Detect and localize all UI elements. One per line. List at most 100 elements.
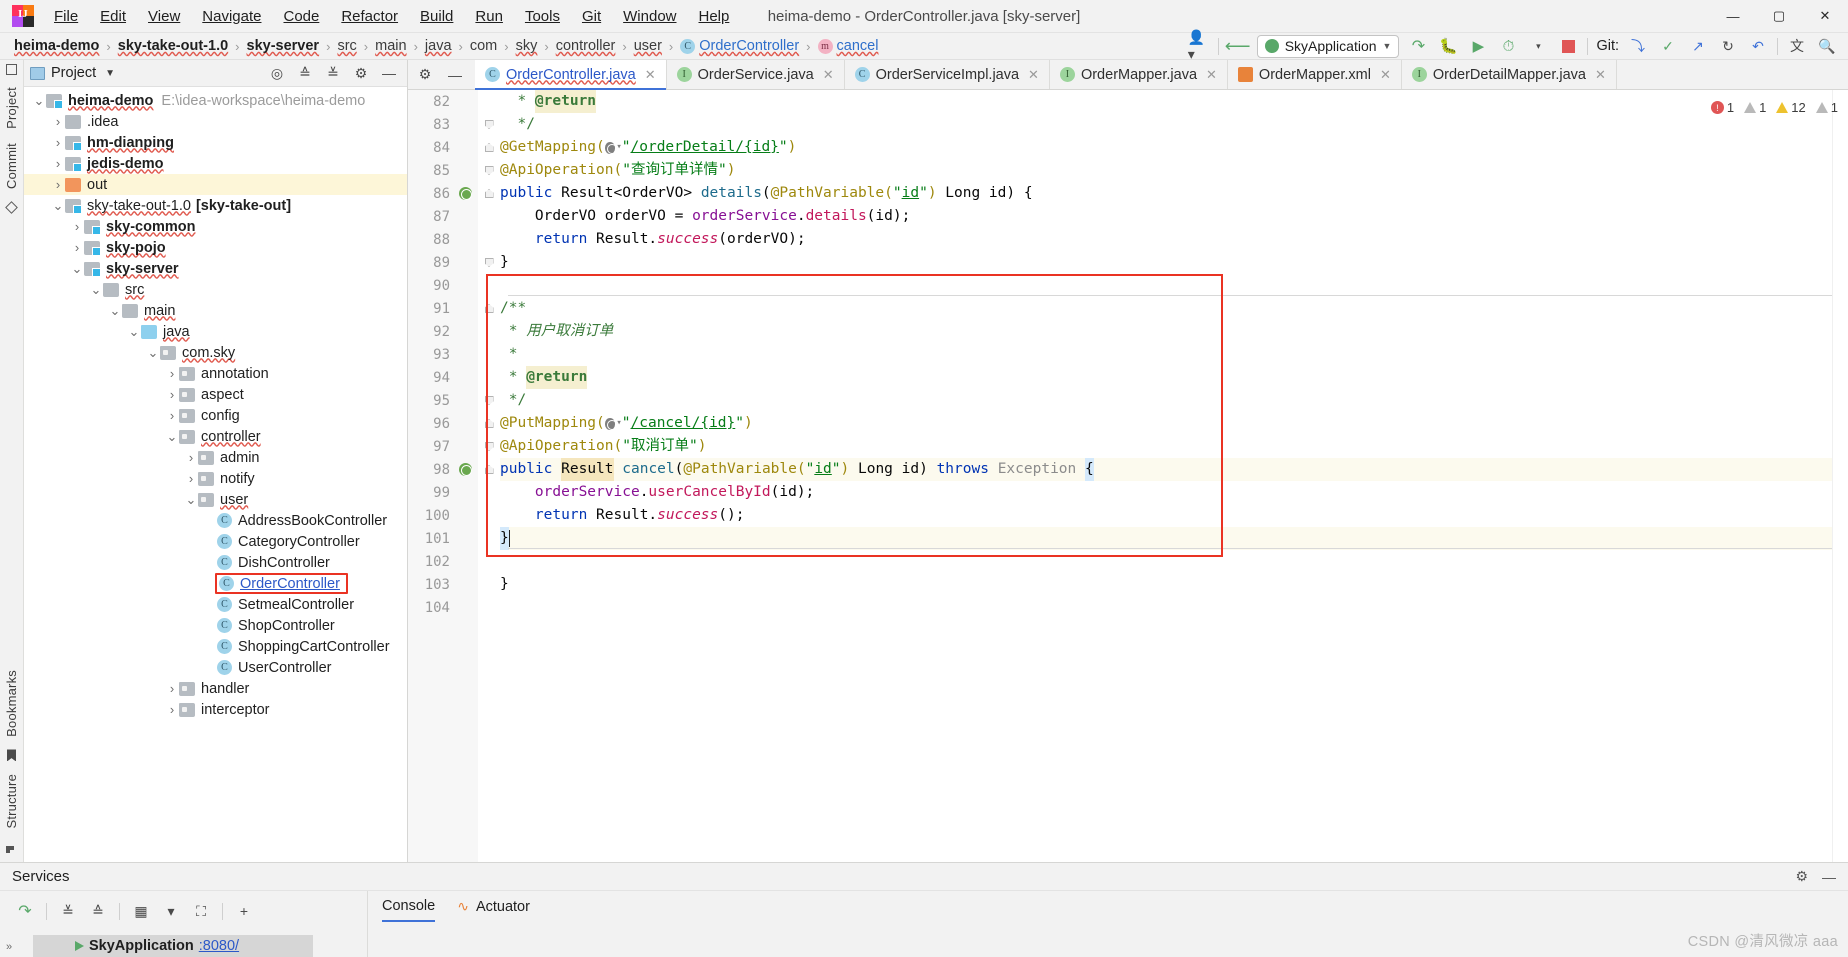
tree-row-sky-common[interactable]: › sky-common: [24, 216, 407, 237]
settings-icon[interactable]: ⚙: [353, 65, 369, 82]
run-coverage-icon[interactable]: ▶: [1467, 35, 1489, 57]
breadcrumb-sky-server[interactable]: sky-server: [245, 37, 322, 55]
chevron-down-icon[interactable]: ⌄: [146, 345, 160, 361]
menu-edit[interactable]: Edit: [89, 5, 137, 28]
tab-console[interactable]: Console: [382, 898, 436, 922]
collapse-all-icon[interactable]: ≙: [297, 65, 313, 82]
tree-row-src[interactable]: ⌄ src: [24, 279, 407, 300]
chevron-down-icon[interactable]: ▾: [1527, 35, 1549, 57]
tree-row-java[interactable]: ⌄ java: [24, 321, 407, 342]
breadcrumb-controller[interactable]: controller: [554, 37, 618, 55]
gutter-line-92[interactable]: 92: [408, 320, 478, 343]
collapse-all-icon[interactable]: ≙: [83, 899, 113, 923]
chevron-down-icon[interactable]: ⌄: [51, 198, 65, 214]
minimize-button[interactable]: —: [1710, 0, 1756, 33]
editor-scroll-gutter[interactable]: [1832, 90, 1848, 862]
fold-row-98[interactable]: [478, 458, 500, 481]
menu-tools[interactable]: Tools: [514, 5, 571, 28]
breadcrumb-heima-demo[interactable]: heima-demo: [12, 37, 101, 55]
chevron-down-icon[interactable]: ⌄: [89, 282, 103, 298]
pull-requests-icon[interactable]: [5, 200, 18, 214]
profiler-icon[interactable]: ⏱: [1497, 35, 1519, 57]
gutter-line-98[interactable]: 98: [408, 458, 478, 481]
tree-row-interceptor[interactable]: › interceptor: [24, 699, 407, 720]
code-editor[interactable]: 82 83 84 85 86 87 88 89 90 91 92 93 94 95 96 97 98 99 100 1…: [408, 90, 1848, 862]
debug-icon[interactable]: 🐛: [1437, 35, 1459, 57]
hide-icon[interactable]: —: [381, 65, 397, 81]
tree-row-config[interactable]: › config: [24, 405, 407, 426]
rail-item-commit[interactable]: Commit: [4, 137, 19, 195]
fold-start-icon[interactable]: [484, 419, 494, 428]
chevron-right-icon[interactable]: ›: [184, 471, 198, 486]
tree-row-shoppingcartcontroller[interactable]: C ShoppingCartController: [24, 636, 407, 657]
fold-row-97[interactable]: [478, 435, 500, 458]
stop-icon[interactable]: [1557, 35, 1579, 57]
tree-row-addressbookcontroller[interactable]: C AddressBookController: [24, 510, 407, 531]
chevron-right-icon[interactable]: ›: [165, 702, 179, 717]
gutter-line-88[interactable]: 88: [408, 228, 478, 251]
tree-row-shopcontroller[interactable]: C ShopController: [24, 615, 407, 636]
tree-row-dishcontroller[interactable]: C DishController: [24, 552, 407, 573]
chevron-right-icon[interactable]: ›: [165, 366, 179, 381]
git-commit-icon[interactable]: ✓: [1657, 35, 1679, 57]
tree-row-main[interactable]: ⌄ main: [24, 300, 407, 321]
minimize-icon[interactable]: —: [447, 67, 463, 83]
tree-row-heima-demo[interactable]: ⌄ heima-demo E:\idea-workspace\heima-demo: [24, 90, 407, 111]
breadcrumb-sky-take-out[interactable]: sky-take-out-1.0: [116, 37, 230, 55]
back-arrow-icon[interactable]: ⟵: [1225, 35, 1251, 57]
tab-order-mapper-java[interactable]: I OrderMapper.java ✕: [1049, 60, 1228, 89]
fold-start-icon[interactable]: [484, 143, 494, 152]
git-update-icon[interactable]: ⤵: [1627, 35, 1649, 57]
group-icon[interactable]: ▦: [126, 899, 156, 923]
maximize-button[interactable]: ▢: [1756, 0, 1802, 33]
bookmark-icon[interactable]: [7, 749, 16, 762]
tab-order-controller-java[interactable]: C OrderController.java ✕: [475, 60, 667, 90]
gutter-line-102[interactable]: 102: [408, 550, 478, 573]
close-icon[interactable]: ✕: [1206, 67, 1217, 83]
breadcrumb-com[interactable]: com: [468, 37, 499, 55]
fold-start-icon[interactable]: [484, 465, 494, 474]
rail-item-project[interactable]: Project: [4, 81, 19, 135]
breadcrumb-java[interactable]: java: [423, 37, 454, 55]
tree-row-user[interactable]: ⌄ user: [24, 489, 407, 510]
chevron-down-icon[interactable]: ⌄: [165, 429, 179, 445]
chevron-right-icon[interactable]: ›: [165, 681, 179, 696]
tab-actuator[interactable]: ∿ Actuator: [457, 898, 530, 921]
tree-row-sky-pojo[interactable]: › sky-pojo: [24, 237, 407, 258]
tree-row-sky-take-out-1-0[interactable]: ⌄ sky-take-out-1.0 [sky-take-out]: [24, 195, 407, 216]
breadcrumb-cancel-method[interactable]: m cancel: [816, 37, 881, 55]
rerun-icon[interactable]: ↷: [10, 899, 40, 923]
tree-row-controller[interactable]: ⌄ controller: [24, 426, 407, 447]
gutter-line-86[interactable]: 86: [408, 182, 478, 205]
gutter-line-85[interactable]: 85: [408, 159, 478, 182]
gutter-line-103[interactable]: 103: [408, 573, 478, 596]
hide-icon[interactable]: —: [1822, 869, 1836, 885]
gutter-line-89[interactable]: 89: [408, 251, 478, 274]
close-icon[interactable]: ✕: [1595, 67, 1606, 83]
tab-order-detail-mapper-java[interactable]: I OrderDetailMapper.java ✕: [1401, 60, 1617, 89]
gutter-line-87[interactable]: 87: [408, 205, 478, 228]
close-button[interactable]: ✕: [1802, 0, 1848, 33]
tree-row-annotation[interactable]: › annotation: [24, 363, 407, 384]
chevron-right-icon[interactable]: ›: [184, 450, 198, 465]
fold-row-96[interactable]: [478, 412, 500, 435]
fold-row-95[interactable]: [478, 389, 500, 412]
run-icon[interactable]: ↷: [1407, 35, 1429, 57]
settings-icon[interactable]: ⚙: [1795, 868, 1808, 885]
inspection-widget[interactable]: ! 1 1 12 1: [1705, 100, 1838, 115]
services-tree-item-skyapplication[interactable]: SkyApplication :8080/: [33, 935, 313, 957]
close-icon[interactable]: ✕: [823, 67, 834, 83]
gutter-line-91[interactable]: 91: [408, 297, 478, 320]
close-icon[interactable]: ✕: [1028, 67, 1039, 83]
breadcrumb-main[interactable]: main: [373, 37, 408, 55]
chevron-right-icon[interactable]: ›: [70, 219, 84, 234]
gutter-line-82[interactable]: 82: [408, 90, 478, 113]
menu-view[interactable]: View: [137, 5, 191, 28]
gutter-line-93[interactable]: 93: [408, 343, 478, 366]
expand-all-icon[interactable]: ≚: [53, 899, 83, 923]
tree-row--idea[interactable]: › .idea: [24, 111, 407, 132]
fold-row-91[interactable]: [478, 297, 500, 320]
filter-icon[interactable]: ▾: [156, 899, 186, 923]
locate-icon[interactable]: ◎: [269, 65, 285, 82]
undo-icon[interactable]: ↶: [1747, 35, 1769, 57]
